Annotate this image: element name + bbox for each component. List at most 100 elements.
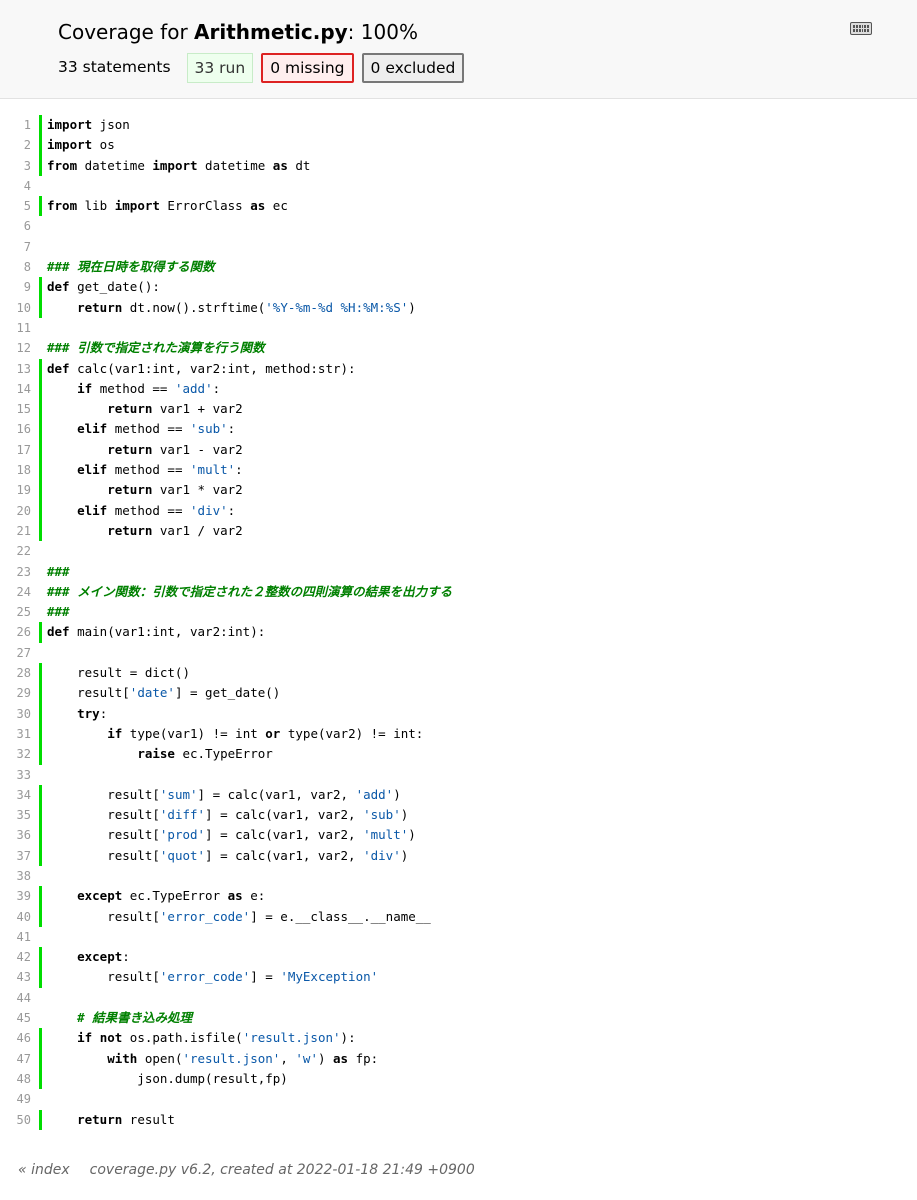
line-number[interactable]: 46 [0, 1028, 42, 1049]
line-number[interactable]: 21 [0, 520, 42, 542]
run-toggle-button[interactable]: 33 run [186, 53, 254, 83]
keyword-token: import [47, 137, 93, 153]
line-number[interactable]: 30 [0, 703, 42, 724]
code-token: e: [242, 888, 266, 904]
line-number[interactable]: 29 [0, 683, 42, 704]
code-token: , [280, 1050, 296, 1066]
keyword-token: except [77, 949, 123, 965]
line-number[interactable]: 12 [0, 338, 42, 358]
line-number[interactable]: 3 [0, 155, 42, 176]
code-token: ) [400, 807, 409, 823]
line-number[interactable]: 38 [0, 866, 42, 886]
line-number[interactable]: 40 [0, 906, 42, 927]
code-token: main(var1:int, var2:int): [69, 624, 266, 640]
line-text: ### メイン関数：引数で指定された２整数の四則演算の結果を出力する [42, 582, 452, 602]
line-number[interactable]: 44 [0, 988, 42, 1008]
line-number[interactable]: 35 [0, 805, 42, 826]
line-number[interactable]: 26 [0, 622, 42, 643]
line-number[interactable]: 17 [0, 439, 42, 461]
line-number[interactable]: 9 [0, 277, 42, 298]
line-text: from datetime import datetime as dt [42, 156, 310, 176]
code-token: ] = e.__class__.__name__ [250, 908, 431, 924]
statements-count: 33 statements [58, 58, 171, 76]
code-token: ) [317, 1050, 334, 1066]
line-number[interactable]: 32 [0, 744, 42, 765]
line-number[interactable]: 33 [0, 765, 42, 785]
line-text: except ec.TypeError as e: [42, 886, 265, 906]
line-number[interactable]: 8 [0, 257, 42, 277]
line-number[interactable]: 10 [0, 297, 42, 318]
code-token: datetime [77, 157, 153, 173]
line-number[interactable]: 25 [0, 602, 42, 622]
line-number[interactable]: 37 [0, 845, 42, 866]
line-number[interactable]: 18 [0, 460, 42, 481]
line-number[interactable]: 50 [0, 1109, 42, 1130]
line-text: result['sum'] = calc(var1, var2, 'add') [42, 785, 401, 805]
line-number[interactable]: 23 [0, 562, 42, 582]
line-text: def calc(var1:int, var2:int, method:str)… [42, 359, 356, 379]
line-number[interactable]: 31 [0, 723, 42, 745]
line-number[interactable]: 4 [0, 176, 42, 196]
source-line: 1 import json [0, 115, 917, 136]
line-number[interactable]: 22 [0, 541, 42, 561]
page-title: Coverage for Arithmetic.py: 100% [58, 18, 418, 46]
line-number[interactable]: 39 [0, 886, 42, 907]
line-text: json.dump(result,fp) [42, 1069, 288, 1089]
line-number[interactable]: 42 [0, 947, 42, 968]
line-number[interactable]: 14 [0, 378, 42, 400]
line-number[interactable]: 45 [0, 1008, 42, 1028]
source-line: 26 def main(var1:int, var2:int): [0, 622, 917, 643]
line-number[interactable]: 15 [0, 399, 42, 420]
line-text: import os [42, 135, 115, 155]
line-number[interactable]: 19 [0, 480, 42, 501]
line-number[interactable]: 7 [0, 237, 42, 257]
code-token: result[ [47, 807, 160, 823]
line-number[interactable]: 2 [0, 135, 42, 156]
keyword-token: import [114, 198, 160, 214]
line-number[interactable]: 28 [0, 663, 42, 684]
source-line: 42 except: [0, 947, 917, 968]
missing-toggle-button[interactable]: 0 missing [261, 53, 354, 83]
source-line: 4 [0, 176, 917, 196]
line-number[interactable]: 34 [0, 784, 42, 806]
line-number[interactable]: 1 [0, 115, 42, 136]
source-line: 15 return var1 + var2 [0, 399, 917, 420]
line-number[interactable]: 20 [0, 500, 42, 521]
line-text: ### 現在日時を取得する関数 [42, 257, 215, 277]
line-number[interactable]: 13 [0, 358, 42, 379]
source-line: 12 ### 引数で指定された演算を行う関数 [0, 338, 917, 358]
keyword-token: def [47, 279, 70, 295]
keyboard-icon[interactable] [850, 22, 872, 35]
line-number[interactable]: 49 [0, 1089, 42, 1109]
line-number[interactable]: 48 [0, 1068, 42, 1090]
line-text: if not os.path.isfile('result.json'): [42, 1028, 356, 1048]
index-link[interactable]: « index [18, 1162, 70, 1178]
line-number[interactable]: 47 [0, 1048, 42, 1069]
keyword-token: if [77, 380, 93, 396]
string-token: 'date' [129, 685, 175, 701]
code-token: fp: [348, 1050, 379, 1066]
line-text: return var1 / var2 [42, 521, 242, 541]
line-number[interactable]: 41 [0, 927, 42, 947]
keyword-token: def [47, 360, 70, 376]
line-number[interactable]: 5 [0, 196, 42, 217]
line-number[interactable]: 24 [0, 582, 42, 602]
line-number[interactable]: 43 [0, 967, 42, 988]
keyword-token: elif [77, 421, 108, 437]
line-text: return result [42, 1110, 175, 1130]
line-number[interactable]: 11 [0, 318, 42, 338]
line-number[interactable]: 6 [0, 216, 42, 236]
source-line: 19 return var1 * var2 [0, 480, 917, 501]
code-token: ] = calc(var1, var2, [205, 807, 364, 823]
line-number[interactable]: 36 [0, 825, 42, 846]
code-token: : [99, 705, 108, 721]
string-token: 'add' [174, 380, 213, 396]
line-number[interactable]: 27 [0, 643, 42, 663]
source-line: 38 [0, 866, 917, 886]
excluded-toggle-button[interactable]: 0 excluded [361, 53, 465, 83]
code-token: method == [107, 502, 191, 518]
line-number[interactable]: 16 [0, 419, 42, 440]
